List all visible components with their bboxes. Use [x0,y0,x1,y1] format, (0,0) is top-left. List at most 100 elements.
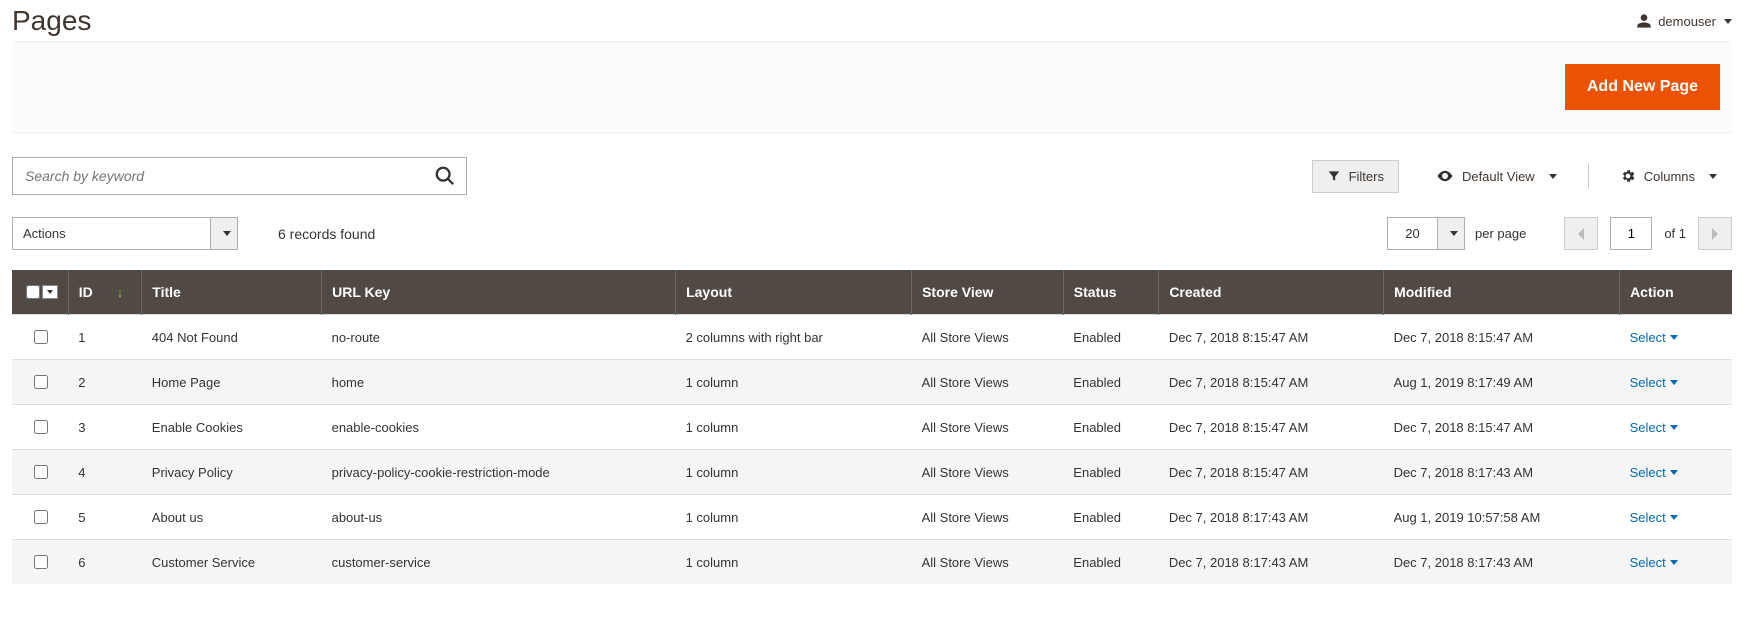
cell-status: Enabled [1063,540,1159,585]
filters-button[interactable]: Filters [1312,160,1399,193]
row-action-select[interactable]: Select [1630,555,1678,570]
caret-down-icon [47,290,53,294]
table-row[interactable]: 2Home Pagehome1 columnAll Store ViewsEna… [12,360,1732,405]
row-checkbox[interactable] [34,555,48,569]
caret-down-icon [1670,560,1678,565]
cell-modified: Aug 1, 2019 10:57:58 AM [1384,495,1620,540]
cell-url-key: enable-cookies [322,405,676,450]
caret-down-icon [1670,335,1678,340]
caret-down-icon [1450,231,1458,236]
cell-status: Enabled [1063,405,1159,450]
chevron-left-icon [1576,228,1586,240]
cell-layout: 1 column [676,405,912,450]
table-row[interactable]: 6Customer Servicecustomer-service1 colum… [12,540,1732,585]
row-action-select[interactable]: Select [1630,330,1678,345]
cell-created: Dec 7, 2018 8:15:47 AM [1159,405,1384,450]
cell-url-key: privacy-policy-cookie-restriction-mode [322,450,676,495]
cell-created: Dec 7, 2018 8:17:43 AM [1159,540,1384,585]
cell-layout: 1 column [676,360,912,405]
caret-down-icon [1670,470,1678,475]
table-row[interactable]: 3Enable Cookiesenable-cookies1 columnAll… [12,405,1732,450]
pages-grid: ID↓ Title URL Key Layout Store View Stat… [12,270,1732,584]
col-header-id[interactable]: ID↓ [68,270,142,315]
cell-modified: Dec 7, 2018 8:15:47 AM [1384,315,1620,360]
cell-layout: 1 column [676,495,912,540]
add-new-page-button[interactable]: Add New Page [1565,64,1720,110]
records-found: 6 records found [278,226,375,242]
cell-url-key: about-us [322,495,676,540]
cell-layout: 1 column [676,540,912,585]
cell-url-key: customer-service [322,540,676,585]
user-name: demouser [1658,14,1716,29]
page-title: Pages [12,5,91,37]
cell-title: 404 Not Found [142,315,322,360]
search-button[interactable] [424,158,466,194]
per-page-value: 20 [1387,217,1437,250]
prev-page-button[interactable] [1564,217,1598,250]
col-header-store-view[interactable]: Store View [912,270,1064,315]
select-all-options[interactable] [42,285,58,299]
col-header-created[interactable]: Created [1159,270,1384,315]
per-page-toggle[interactable] [1437,217,1465,250]
row-checkbox[interactable] [34,375,48,389]
caret-down-icon [1549,174,1557,179]
search-box[interactable] [12,157,467,195]
cell-id: 3 [68,405,142,450]
table-row[interactable]: 5About usabout-us1 columnAll Store Views… [12,495,1732,540]
cell-store-view: All Store Views [912,360,1064,405]
user-menu[interactable]: demouser [1636,13,1732,29]
select-all-checkbox[interactable] [26,285,40,299]
eye-icon [1436,167,1454,185]
cell-url-key: no-route [322,315,676,360]
row-action-select[interactable]: Select [1630,465,1678,480]
next-page-button[interactable] [1698,217,1732,250]
cell-id: 2 [68,360,142,405]
default-view-label: Default View [1462,169,1535,184]
table-row[interactable]: 1404 Not Foundno-route2 columns with rig… [12,315,1732,360]
col-header-layout[interactable]: Layout [676,270,912,315]
funnel-icon [1327,169,1341,183]
col-header-modified[interactable]: Modified [1384,270,1620,315]
current-page-input[interactable] [1610,217,1652,250]
row-action-select[interactable]: Select [1630,510,1678,525]
per-page-dropdown[interactable]: 20 [1387,217,1465,250]
cell-store-view: All Store Views [912,450,1064,495]
caret-down-icon [1670,425,1678,430]
cell-modified: Dec 7, 2018 8:17:43 AM [1384,540,1620,585]
row-action-select[interactable]: Select [1630,375,1678,390]
cell-created: Dec 7, 2018 8:15:47 AM [1159,450,1384,495]
search-input[interactable] [13,168,424,184]
cell-url-key: home [322,360,676,405]
row-checkbox[interactable] [34,510,48,524]
caret-down-icon [1724,19,1732,24]
cell-created: Dec 7, 2018 8:17:43 AM [1159,495,1384,540]
row-action-select[interactable]: Select [1630,420,1678,435]
col-header-status[interactable]: Status [1063,270,1159,315]
page-total-label: of 1 [1664,226,1686,241]
cell-created: Dec 7, 2018 8:15:47 AM [1159,360,1384,405]
col-header-title[interactable]: Title [142,270,322,315]
cell-modified: Dec 7, 2018 8:17:43 AM [1384,450,1620,495]
row-checkbox[interactable] [34,465,48,479]
table-row[interactable]: 4Privacy Policyprivacy-policy-cookie-res… [12,450,1732,495]
cell-id: 6 [68,540,142,585]
cell-status: Enabled [1063,360,1159,405]
cell-title: Home Page [142,360,322,405]
caret-down-icon [1670,515,1678,520]
row-checkbox[interactable] [34,420,48,434]
columns-label: Columns [1644,169,1695,184]
cell-store-view: All Store Views [912,495,1064,540]
cell-id: 5 [68,495,142,540]
default-view-button[interactable]: Default View [1421,158,1572,194]
bulk-actions-label: Actions [12,217,210,250]
row-checkbox[interactable] [34,330,48,344]
bulk-actions-dropdown[interactable]: Actions [12,217,238,250]
chevron-right-icon [1710,228,1720,240]
bulk-actions-toggle[interactable] [210,217,238,250]
separator [1588,163,1589,189]
cell-title: About us [142,495,322,540]
columns-button[interactable]: Columns [1605,159,1732,193]
col-header-url-key[interactable]: URL Key [322,270,676,315]
cell-modified: Aug 1, 2019 8:17:49 AM [1384,360,1620,405]
cell-id: 1 [68,315,142,360]
